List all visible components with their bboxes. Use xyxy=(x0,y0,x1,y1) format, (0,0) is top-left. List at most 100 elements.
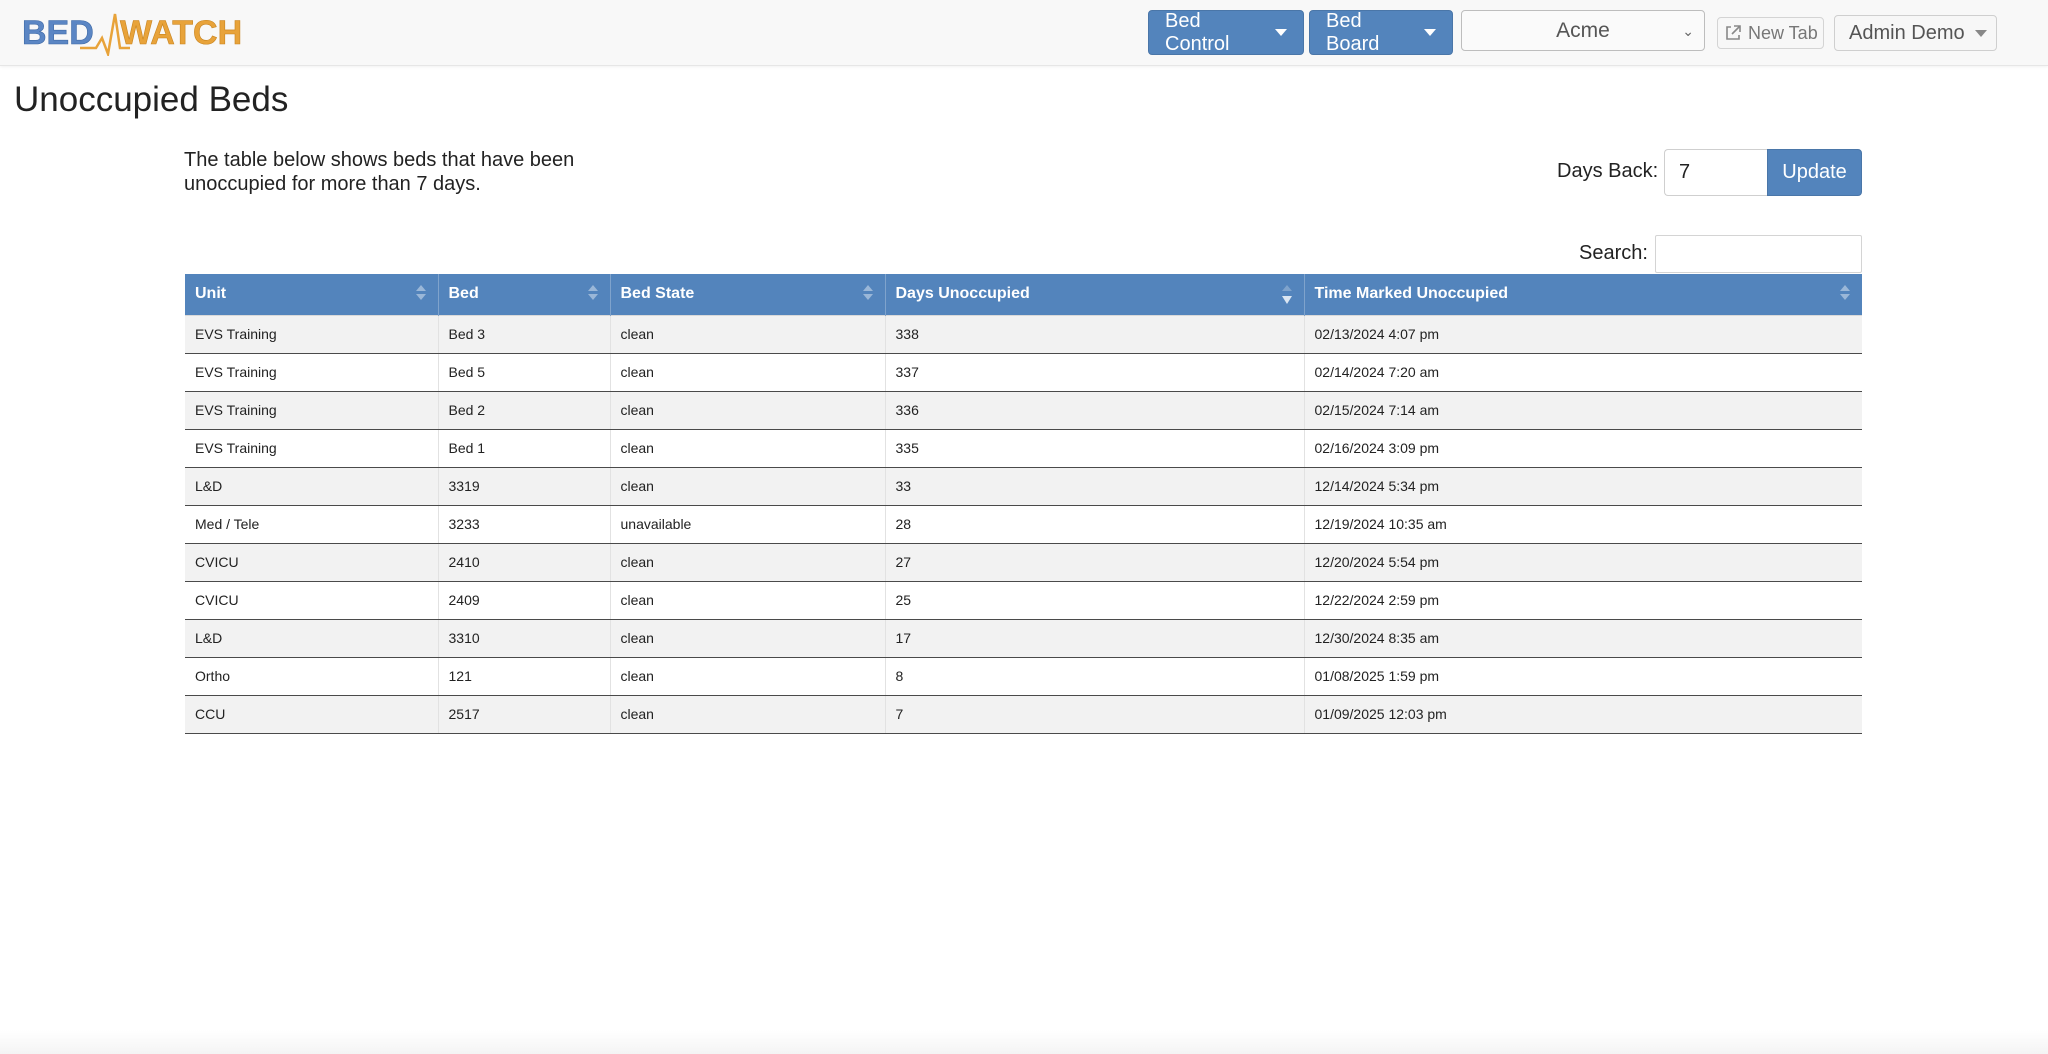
bed-state-cell: unavailable xyxy=(610,504,886,544)
bed-cell: Bed 2 xyxy=(438,390,611,430)
search-input[interactable] xyxy=(1655,235,1862,273)
bed-state-cell: clean xyxy=(610,618,886,658)
time-marked-cell: 01/08/2025 1:59 pm xyxy=(1304,656,1862,696)
unit-cell: EVS Training xyxy=(185,352,439,392)
caret-down-icon xyxy=(1275,29,1287,36)
table-body: EVS Training Bed 3 clean 338 02/13/2024 4:07… xyxy=(185,314,1862,734)
time-marked-cell: 12/30/2024 8:35 am xyxy=(1304,618,1862,658)
user-menu-dropdown[interactable]: Admin Demo xyxy=(1834,15,1997,51)
column-header-unit[interactable]: Unit xyxy=(185,274,439,315)
bed-board-dropdown[interactable]: Bed Board xyxy=(1309,10,1453,55)
unit-cell: L&D xyxy=(185,466,439,506)
bed-state-cell: clean xyxy=(610,466,886,506)
column-header-label: Bed State xyxy=(620,285,695,303)
unit-cell: Med / Tele xyxy=(185,504,439,544)
time-marked-cell: 01/09/2025 12:03 pm xyxy=(1304,694,1862,734)
sort-icon xyxy=(415,285,426,305)
column-header-bed-state[interactable]: Bed State xyxy=(610,274,886,315)
bed-state-cell: clean xyxy=(610,580,886,620)
days-back-label: Days Back: xyxy=(1557,160,1659,182)
bed-cell: 3233 xyxy=(438,504,611,544)
column-header-bed[interactable]: Bed xyxy=(438,274,611,315)
new-tab-button[interactable]: New Tab xyxy=(1717,17,1824,49)
days-unoccupied-cell: 7 xyxy=(885,694,1305,734)
time-marked-cell: 02/16/2024 3:09 pm xyxy=(1304,428,1862,468)
svg-text:WATCH: WATCH xyxy=(120,14,242,52)
time-marked-cell: 12/22/2024 2:59 pm xyxy=(1304,580,1862,620)
intro-text: The table below shows beds that have bee… xyxy=(184,149,575,195)
svg-text:BED: BED xyxy=(22,14,94,52)
bed-control-label: Bed Control xyxy=(1165,9,1230,55)
column-header-time-marked-unoccupied[interactable]: Time Marked Unoccupied xyxy=(1304,274,1862,315)
user-name: Admin Demo xyxy=(1849,21,1965,44)
table-row[interactable]: Med / Tele 3233 unavailable 28 12/19/2024 10… xyxy=(185,504,1862,544)
bed-cell: 2517 xyxy=(438,694,611,734)
bed-board-label: Bed Board xyxy=(1326,9,1380,55)
bed-control-dropdown[interactable]: Bed Control xyxy=(1148,10,1304,55)
time-marked-cell: 12/14/2024 5:34 pm xyxy=(1304,466,1862,506)
days-unoccupied-cell: 33 xyxy=(885,466,1305,506)
organization-select[interactable]: Acme ⌄ xyxy=(1461,10,1705,51)
sort-icon xyxy=(862,285,873,305)
days-unoccupied-cell: 27 xyxy=(885,542,1305,582)
caret-down-icon xyxy=(1974,29,1987,37)
top-navbar: BED WATCH Bed Control Bed Board Acme ⌄ N… xyxy=(0,0,2048,66)
unit-cell: EVS Training xyxy=(185,428,439,468)
bed-state-cell: clean xyxy=(610,542,886,582)
unoccupied-beds-table: Unit Bed Bed State Days Unoccupied Time … xyxy=(185,274,1862,734)
table-row[interactable]: EVS Training Bed 1 clean 335 02/16/2024 3:09… xyxy=(185,428,1862,468)
bed-cell: Bed 3 xyxy=(438,314,611,354)
bed-state-cell: clean xyxy=(610,314,886,354)
table-row[interactable]: CCU 2517 clean 7 01/09/2025 12:03 pm xyxy=(185,694,1862,734)
table-row[interactable]: L&D 3310 clean 17 12/30/2024 8:35 am xyxy=(185,618,1862,658)
table-row[interactable]: CVICU 2410 clean 27 12/20/2024 5:54 pm xyxy=(185,542,1862,582)
days-back-input[interactable] xyxy=(1664,149,1767,196)
bed-cell: 2409 xyxy=(438,580,611,620)
update-button[interactable]: Update xyxy=(1767,149,1862,196)
bed-cell: Bed 5 xyxy=(438,352,611,392)
table-row[interactable]: CVICU 2409 clean 25 12/22/2024 2:59 pm xyxy=(185,580,1862,620)
bed-state-cell: clean xyxy=(610,390,886,430)
bedwatch-logo[interactable]: BED WATCH xyxy=(20,8,242,56)
table-header-row: Unit Bed Bed State Days Unoccupied Time … xyxy=(185,274,1862,315)
chevron-down-icon: ⌄ xyxy=(1682,23,1694,39)
table-row[interactable]: EVS Training Bed 2 clean 336 02/15/2024 7:14… xyxy=(185,390,1862,430)
column-header-label: Days Unoccupied xyxy=(895,285,1030,303)
bed-state-cell: clean xyxy=(610,352,886,392)
days-unoccupied-cell: 335 xyxy=(885,428,1305,468)
unit-cell: L&D xyxy=(185,618,439,658)
sort-icon xyxy=(587,285,598,305)
bed-cell: 3310 xyxy=(438,618,611,658)
table-row[interactable]: EVS Training Bed 3 clean 338 02/13/2024 4:07… xyxy=(185,314,1862,354)
bed-state-cell: clean xyxy=(610,694,886,734)
time-marked-cell: 12/19/2024 10:35 am xyxy=(1304,504,1862,544)
column-header-label: Time Marked Unoccupied xyxy=(1314,285,1509,303)
unit-cell: EVS Training xyxy=(185,314,439,354)
table-row[interactable]: Ortho 121 clean 8 01/08/2025 1:59 pm xyxy=(185,656,1862,696)
caret-down-icon xyxy=(1424,29,1436,36)
column-header-label: Unit xyxy=(195,285,227,303)
column-header-label: Bed xyxy=(448,285,479,303)
bed-cell: 2410 xyxy=(438,542,611,582)
new-tab-label: New Tab xyxy=(1748,22,1818,43)
table-row[interactable]: EVS Training Bed 5 clean 337 02/14/2024 7:20… xyxy=(185,352,1862,392)
search-label: Search: xyxy=(1579,242,1648,264)
table-row[interactable]: L&D 3319 clean 33 12/14/2024 5:34 pm xyxy=(185,466,1862,506)
unit-cell: EVS Training xyxy=(185,390,439,430)
bed-state-cell: clean xyxy=(610,656,886,696)
bed-cell: 3319 xyxy=(438,466,611,506)
unit-cell: CVICU xyxy=(185,542,439,582)
days-unoccupied-cell: 337 xyxy=(885,352,1305,392)
days-unoccupied-cell: 338 xyxy=(885,314,1305,354)
external-link-icon xyxy=(1726,25,1741,40)
days-unoccupied-cell: 8 xyxy=(885,656,1305,696)
sort-descending-icon xyxy=(1281,285,1292,305)
bed-cell: Bed 1 xyxy=(438,428,611,468)
days-unoccupied-cell: 25 xyxy=(885,580,1305,620)
column-header-days-unoccupied[interactable]: Days Unoccupied xyxy=(885,274,1305,315)
page-footer xyxy=(0,1030,2048,1054)
sort-icon xyxy=(1840,285,1850,305)
time-marked-cell: 02/13/2024 4:07 pm xyxy=(1304,314,1862,354)
unit-cell: CCU xyxy=(185,694,439,734)
time-marked-cell: 02/15/2024 7:14 am xyxy=(1304,390,1862,430)
